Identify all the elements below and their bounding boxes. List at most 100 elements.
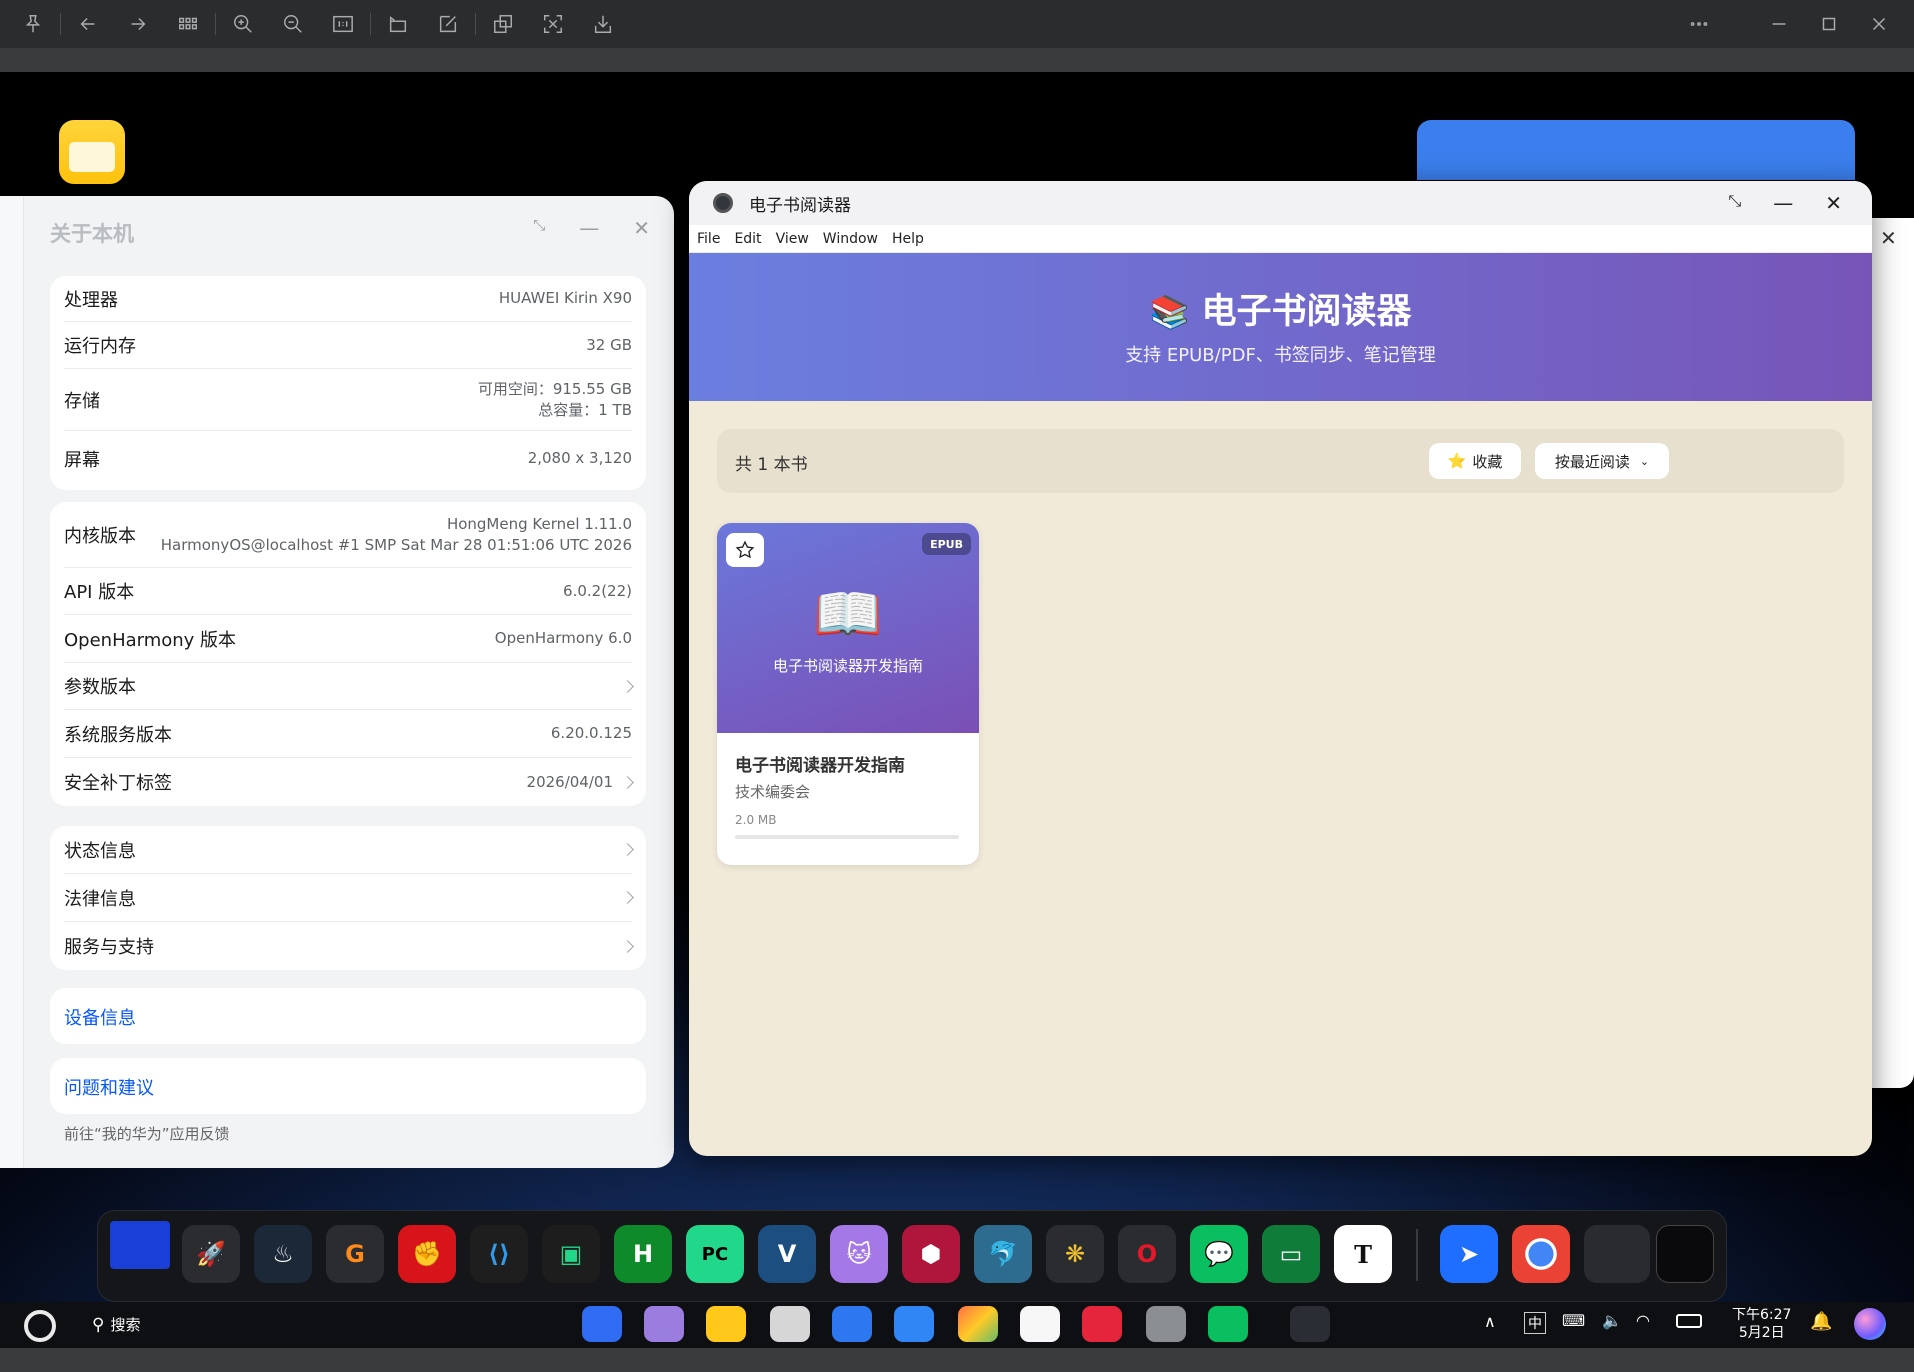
list-item: 系统服务版本 6.20.0.125: [64, 710, 632, 758]
background-window-right[interactable]: ✕: [1870, 218, 1914, 1088]
tray-expand-icon[interactable]: ∧: [1484, 1312, 1496, 1331]
window-thumbnail-icon[interactable]: [1584, 1225, 1650, 1283]
security-patch-row[interactable]: 安全补丁标签 2026/04/01: [64, 758, 634, 806]
device-info-link[interactable]: 设备信息: [64, 1004, 136, 1030]
cube-app-icon[interactable]: ⬢: [902, 1225, 960, 1283]
taskbar-app-trash[interactable]: [770, 1306, 810, 1342]
taskbar-app-files[interactable]: [706, 1306, 746, 1342]
taskbar-app-notes[interactable]: [644, 1306, 684, 1342]
rocket-app-icon[interactable]: 🚀: [182, 1225, 240, 1283]
rotate-icon[interactable]: [373, 0, 423, 48]
close-icon[interactable]: [1854, 0, 1904, 48]
minimize-icon[interactable]: —: [579, 216, 599, 240]
wechat-app-icon[interactable]: 💬: [1190, 1225, 1248, 1283]
chevron-right-icon: [621, 891, 634, 904]
favorites-filter-button[interactable]: ⭐ 收藏: [1429, 443, 1521, 479]
feedback-card[interactable]: 问题和建议: [50, 1058, 646, 1114]
actual-size-icon[interactable]: [318, 0, 368, 48]
trash-app-icon[interactable]: [1656, 1225, 1714, 1283]
fist-app-icon[interactable]: ✊: [398, 1225, 456, 1283]
menu-help[interactable]: Help: [892, 231, 924, 247]
feedback-hint: 前往“我的华为”应用反馈: [64, 1125, 230, 1143]
list-item: OpenHarmony 版本 OpenHarmony 6.0: [64, 615, 632, 663]
assistant-orb-icon[interactable]: [1854, 1308, 1886, 1340]
taskbar-app-grid[interactable]: [582, 1306, 622, 1342]
fullscreen-icon[interactable]: ⤡: [1728, 191, 1741, 215]
chrome-app-icon[interactable]: [1512, 1225, 1570, 1283]
star-filled-icon: ⭐: [1447, 452, 1467, 470]
menu-edit[interactable]: Edit: [734, 231, 761, 247]
background-window[interactable]: [1417, 120, 1855, 180]
paw-app-icon[interactable]: ❋: [1046, 1225, 1104, 1283]
pin-icon[interactable]: [8, 0, 58, 48]
v-app-icon[interactable]: V: [758, 1225, 816, 1283]
zoom-out-icon[interactable]: [268, 0, 318, 48]
book-card[interactable]: EPUB 📖 电子书阅读器开发指南 电子书阅读器开发指南 技术编委会 2.0 M…: [717, 523, 979, 865]
notification-bell-icon[interactable]: 🔔: [1810, 1311, 1832, 1332]
service-support-row[interactable]: 服务与支持: [64, 922, 634, 970]
taskbar-app-wechat[interactable]: [1208, 1306, 1248, 1342]
volume-icon[interactable]: 🔈: [1602, 1311, 1622, 1330]
battery-icon[interactable]: [1676, 1314, 1702, 1328]
viewer-toolbar: [0, 0, 1914, 48]
mysql-app-icon[interactable]: 🐬: [974, 1225, 1032, 1283]
minimize-icon[interactable]: [1754, 0, 1804, 48]
zoom-in-icon[interactable]: [218, 0, 268, 48]
copy-text-icon[interactable]: [478, 0, 528, 48]
taskbar-app-browser[interactable]: [832, 1306, 872, 1342]
clock[interactable]: 下午6:27 5月2日: [1732, 1306, 1791, 1342]
book-cover[interactable]: EPUB 📖 电子书阅读器开发指南: [717, 523, 979, 733]
close-icon[interactable]: ✕: [633, 216, 650, 240]
close-icon[interactable]: ✕: [1825, 191, 1842, 215]
pycharm-app-icon[interactable]: PC: [686, 1225, 744, 1283]
sort-select[interactable]: 按最近阅读 ⌄: [1535, 443, 1669, 479]
monitor-app-icon[interactable]: [110, 1221, 170, 1269]
fullscreen-icon[interactable]: ⤡: [533, 216, 545, 240]
taskbar-app-appgallery[interactable]: [1082, 1306, 1122, 1342]
favorite-star-icon[interactable]: [726, 533, 764, 567]
feishu-app-icon[interactable]: ➤: [1440, 1225, 1498, 1283]
save-icon[interactable]: [578, 0, 628, 48]
maximize-icon[interactable]: [1804, 0, 1854, 48]
ime-indicator[interactable]: 中: [1524, 1312, 1546, 1334]
scan-icon[interactable]: [528, 0, 578, 48]
minimize-icon[interactable]: —: [1773, 191, 1793, 215]
wifi-icon[interactable]: ◠: [1636, 1311, 1650, 1330]
taskbar-app-mail[interactable]: [894, 1306, 934, 1342]
files-app-icon[interactable]: [59, 120, 125, 184]
status-info-row[interactable]: 状态信息: [64, 826, 634, 874]
opera-app-icon[interactable]: O: [1118, 1225, 1176, 1283]
vscode-app-icon[interactable]: ⟨⟩: [470, 1225, 528, 1283]
steam-app-icon[interactable]: ♨: [254, 1225, 312, 1283]
grid-icon[interactable]: [163, 0, 213, 48]
taskbar-app-settings-list[interactable]: [1020, 1306, 1060, 1342]
more-icon[interactable]: [1674, 0, 1724, 48]
edit-icon[interactable]: [423, 0, 473, 48]
info-card: 状态信息 法律信息 服务与支持: [50, 826, 646, 970]
search-button[interactable]: ⚲ 搜索: [92, 1314, 140, 1335]
keyboard-icon[interactable]: ⌨: [1562, 1311, 1585, 1330]
cat-app-icon[interactable]: 🐱: [830, 1225, 888, 1283]
window-title: 关于本机: [50, 222, 134, 246]
forward-arrow-icon[interactable]: [113, 0, 163, 48]
legal-info-row[interactable]: 法律信息: [64, 874, 634, 922]
h-app-icon[interactable]: H: [614, 1225, 672, 1283]
close-icon[interactable]: ✕: [1880, 226, 1897, 250]
parameter-version-row[interactable]: 参数版本: [64, 663, 634, 710]
favorites-label: 收藏: [1472, 452, 1503, 471]
menu-window[interactable]: Window: [823, 231, 878, 247]
menu-file[interactable]: File: [697, 231, 720, 247]
taskbar-app-photos[interactable]: [958, 1306, 998, 1342]
back-arrow-icon[interactable]: [63, 0, 113, 48]
start-button[interactable]: [24, 1310, 56, 1342]
menu-view[interactable]: View: [776, 231, 809, 247]
taskbar-app-settings[interactable]: [1146, 1306, 1186, 1342]
chat-app-icon[interactable]: ▭: [1262, 1225, 1320, 1283]
typora-app-icon[interactable]: T: [1334, 1225, 1392, 1283]
taskbar-app-atom[interactable]: [1290, 1306, 1330, 1342]
g-app-icon[interactable]: G: [326, 1225, 384, 1283]
feedback-link[interactable]: 问题和建议: [64, 1074, 154, 1100]
device-info-card[interactable]: 设备信息: [50, 988, 646, 1044]
terminal-app-icon[interactable]: ▣: [542, 1225, 600, 1283]
row-label: 屏幕: [64, 449, 100, 471]
